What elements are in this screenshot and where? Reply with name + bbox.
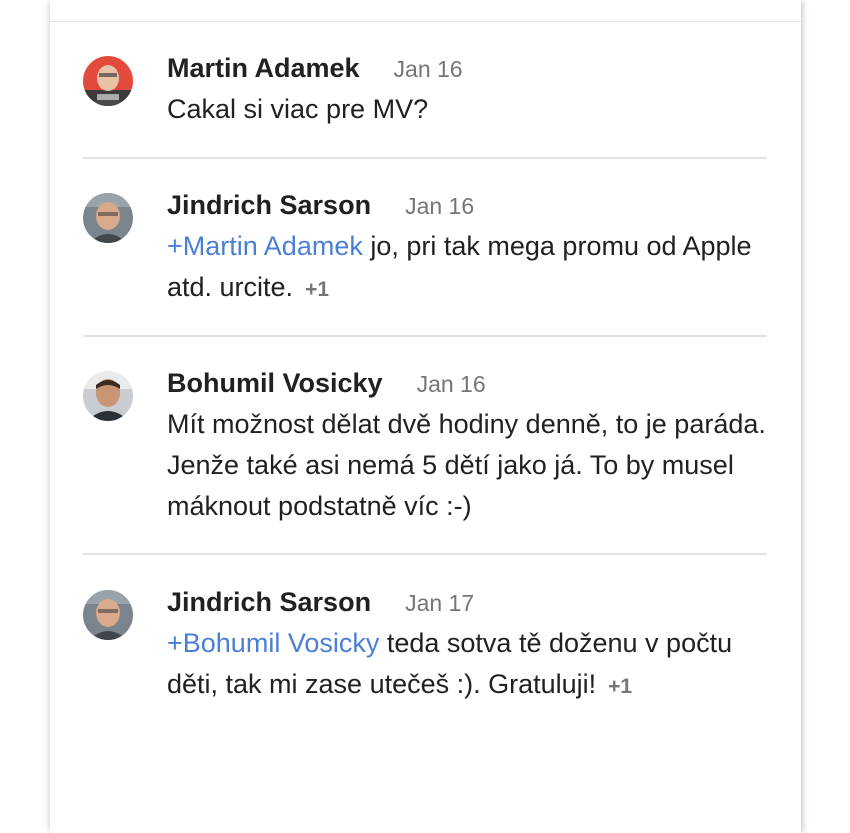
comment-date: Jan 16 xyxy=(393,56,463,82)
avatar[interactable] xyxy=(83,193,133,243)
comment-text: Cakal si viac pre MV? xyxy=(167,89,767,130)
comment-date: Jan 16 xyxy=(405,193,475,219)
comment-divider xyxy=(83,157,767,159)
comments-card: Martin Adamek Jan 16 Cakal si viac pre MV… xyxy=(50,0,801,833)
avatar[interactable] xyxy=(83,56,133,106)
avatar[interactable] xyxy=(83,371,133,421)
comment-text: Mít možnost dělat dvě hodiny denně, to j… xyxy=(167,404,767,527)
avatar[interactable] xyxy=(83,590,133,640)
avatar-photo-icon xyxy=(83,193,133,243)
avatar-photo-icon xyxy=(83,371,133,421)
comment-text: +Martin Adamek jo, pri tak mega promu od… xyxy=(167,226,767,310)
plus-one-button[interactable]: +1 xyxy=(608,675,632,698)
top-divider xyxy=(50,21,801,22)
comment-text: +Bohumil Vosicky teda sotva tě doženu v … xyxy=(167,623,767,707)
author-name[interactable]: Jindrich Sarson xyxy=(167,188,371,222)
comment-body: Cakal si viac pre MV? xyxy=(167,94,429,124)
avatar-photo-icon xyxy=(83,590,133,640)
comment-body: Mít možnost dělat dvě hodiny denně, to j… xyxy=(167,409,766,521)
author-name[interactable]: Bohumil Vosicky xyxy=(167,366,383,400)
mention-link[interactable]: +Martin Adamek xyxy=(167,231,363,261)
comment-divider xyxy=(83,553,767,555)
avatar-photo-icon xyxy=(83,56,133,106)
comment-date: Jan 16 xyxy=(416,371,486,397)
mention-link[interactable]: +Bohumil Vosicky xyxy=(167,628,379,658)
author-name[interactable]: Martin Adamek xyxy=(167,51,360,85)
comment-divider xyxy=(83,335,767,337)
author-name[interactable]: Jindrich Sarson xyxy=(167,585,371,619)
plus-one-button[interactable]: +1 xyxy=(305,278,329,301)
comment-date: Jan 17 xyxy=(405,590,475,616)
